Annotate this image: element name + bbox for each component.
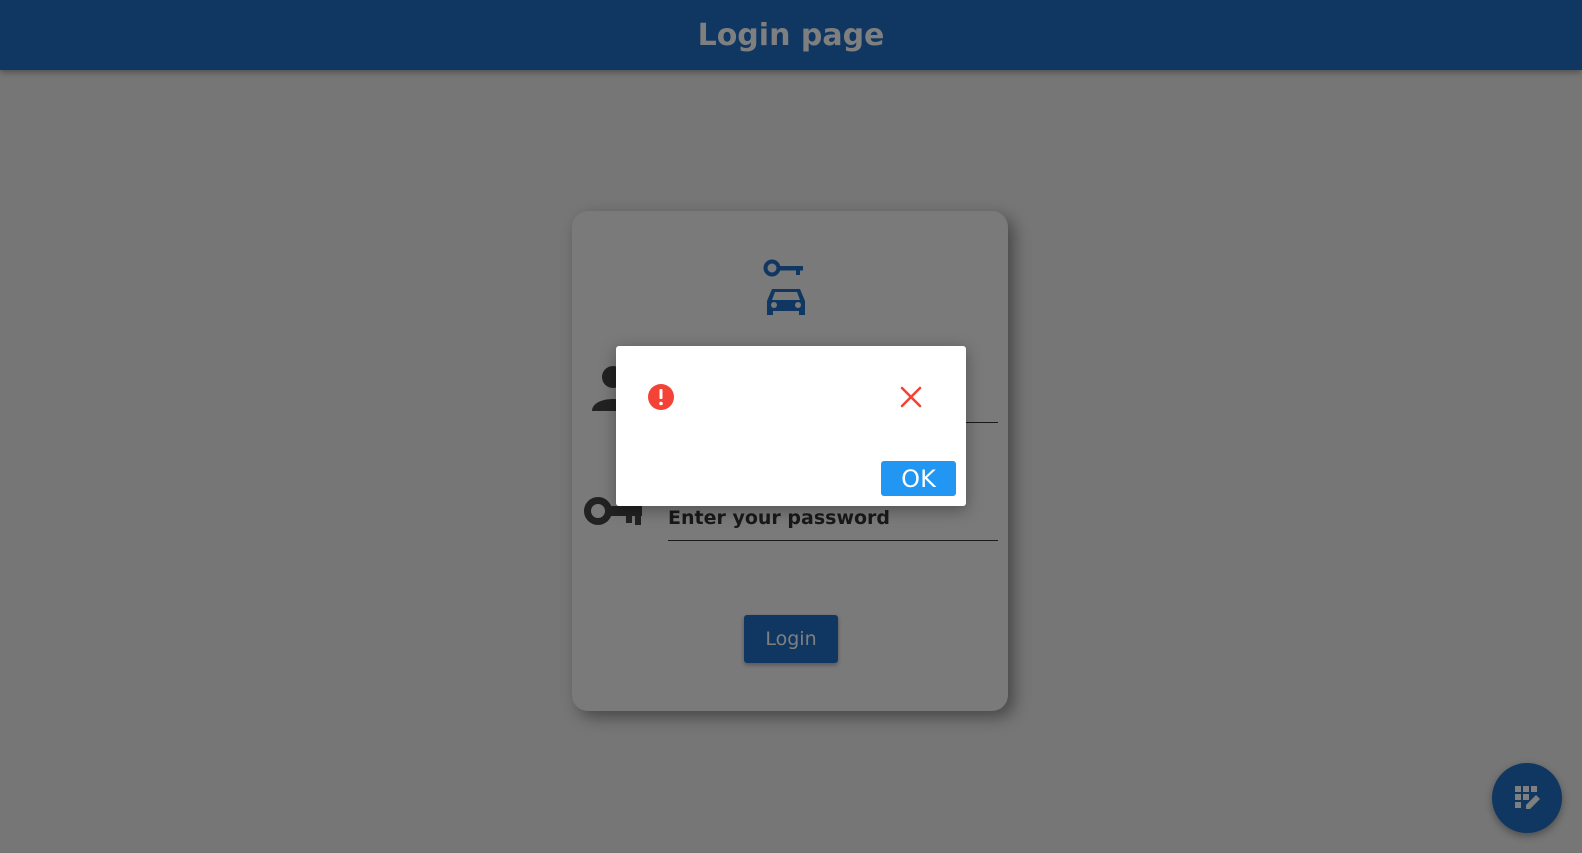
error-icon	[648, 384, 674, 410]
close-icon[interactable]	[899, 385, 923, 409]
alert-dialog: OK	[616, 346, 966, 506]
ok-button[interactable]: OK	[881, 461, 956, 496]
